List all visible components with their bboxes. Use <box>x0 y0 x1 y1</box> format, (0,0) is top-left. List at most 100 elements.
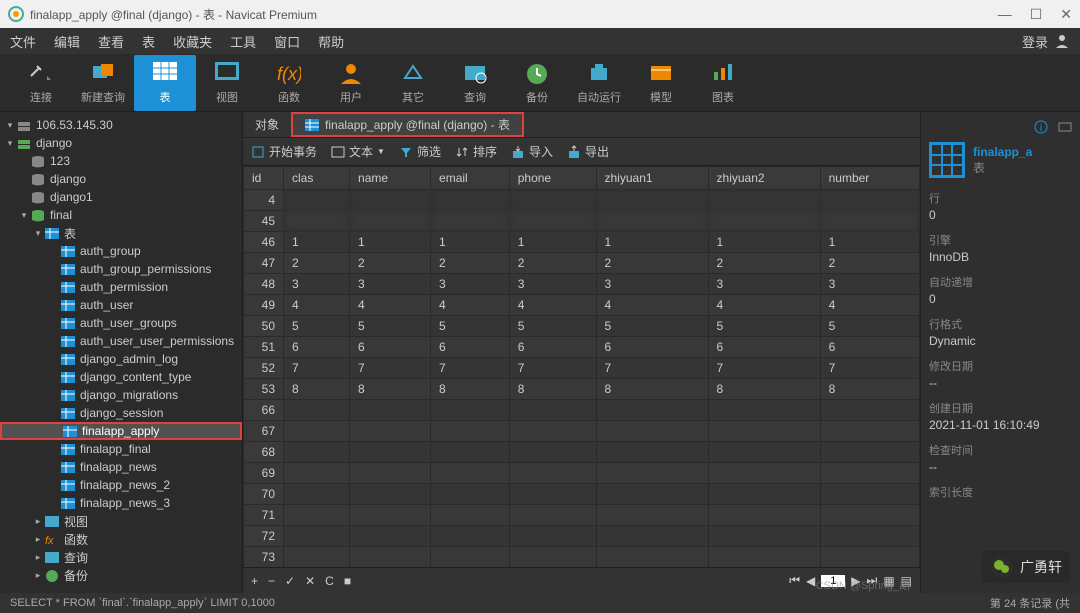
cell[interactable] <box>708 211 820 232</box>
cell[interactable] <box>509 211 596 232</box>
cell[interactable] <box>820 190 919 211</box>
cell[interactable]: 2 <box>596 253 708 274</box>
cell[interactable] <box>350 421 431 442</box>
table-row[interactable]: 67 <box>244 421 920 442</box>
cell[interactable]: 8 <box>596 379 708 400</box>
cell[interactable]: 6 <box>596 337 708 358</box>
cell[interactable] <box>596 421 708 442</box>
cell[interactable]: 6 <box>820 337 919 358</box>
cell[interactable]: 2 <box>820 253 919 274</box>
tool-query[interactable]: 查询 <box>444 61 506 105</box>
cell[interactable]: 8 <box>820 379 919 400</box>
cell[interactable] <box>350 526 431 547</box>
cell[interactable]: 4 <box>509 295 596 316</box>
tree-item-auth-user-groups[interactable]: auth_user_groups <box>0 314 242 332</box>
table-row[interactable]: 516666666 <box>244 337 920 358</box>
cell[interactable] <box>350 400 431 421</box>
cell[interactable]: 6 <box>284 337 350 358</box>
cell[interactable] <box>509 421 596 442</box>
maximize-button[interactable]: ☐ <box>1030 6 1043 23</box>
tree-item--[interactable]: ▾表 <box>0 224 242 242</box>
cell[interactable]: 5 <box>350 316 431 337</box>
cell[interactable] <box>820 484 919 505</box>
cell[interactable]: 5 <box>820 316 919 337</box>
cell[interactable] <box>350 505 431 526</box>
table-row[interactable]: 72 <box>244 526 920 547</box>
table-row[interactable]: 4 <box>244 190 920 211</box>
tree-item---[interactable]: ▸备份 <box>0 566 242 584</box>
filter-button[interactable]: 筛选 <box>399 143 441 160</box>
cell[interactable] <box>596 484 708 505</box>
cell[interactable]: 2 <box>350 253 431 274</box>
tool-fx[interactable]: f(x)函数 <box>258 61 320 105</box>
table-row[interactable]: 70 <box>244 484 920 505</box>
column-phone[interactable]: phone <box>509 167 596 190</box>
cell[interactable]: 7 <box>431 358 510 379</box>
cell[interactable]: 3 <box>820 274 919 295</box>
cell[interactable] <box>350 442 431 463</box>
cell[interactable] <box>820 463 919 484</box>
cell[interactable]: 5 <box>596 316 708 337</box>
delete-row-button[interactable]: − <box>268 574 275 588</box>
tree-item-finalapp-news[interactable]: finalapp_news <box>0 458 242 476</box>
cell[interactable] <box>509 547 596 568</box>
cell[interactable]: 1 <box>284 232 350 253</box>
cell[interactable]: 3 <box>596 274 708 295</box>
cell[interactable]: 4 <box>596 295 708 316</box>
tree-item-django[interactable]: ▾django <box>0 134 242 152</box>
cell[interactable] <box>509 484 596 505</box>
cell[interactable]: 2 <box>509 253 596 274</box>
cell[interactable] <box>708 505 820 526</box>
table-row[interactable]: 69 <box>244 463 920 484</box>
cell[interactable] <box>708 463 820 484</box>
cell[interactable]: 8 <box>350 379 431 400</box>
cell[interactable]: 8 <box>431 379 510 400</box>
cell[interactable]: 3 <box>431 274 510 295</box>
cell[interactable] <box>509 442 596 463</box>
cell[interactable]: 6 <box>431 337 510 358</box>
menu-window[interactable]: 窗口 <box>274 32 300 51</box>
info-icon[interactable]: i <box>1034 120 1048 134</box>
tree-item-django-admin-log[interactable]: django_admin_log <box>0 350 242 368</box>
column-id[interactable]: id <box>244 167 284 190</box>
cell[interactable] <box>431 505 510 526</box>
tree-item-django1[interactable]: django1 <box>0 188 242 206</box>
sidebar-tree[interactable]: ▾106.53.145.30▾django123djangodjango1▾fi… <box>0 112 243 593</box>
cell[interactable]: 7 <box>708 358 820 379</box>
tree-item-auth-group-permissions[interactable]: auth_group_permissions <box>0 260 242 278</box>
cell[interactable] <box>284 526 350 547</box>
cell[interactable] <box>284 442 350 463</box>
cell[interactable]: 5 <box>431 316 510 337</box>
cell[interactable] <box>820 211 919 232</box>
cell[interactable]: 7 <box>820 358 919 379</box>
table-row[interactable]: 71 <box>244 505 920 526</box>
menu-edit[interactable]: 编辑 <box>54 32 80 51</box>
cell[interactable]: 7 <box>350 358 431 379</box>
table-row[interactable]: 461111111 <box>244 232 920 253</box>
cell[interactable] <box>431 526 510 547</box>
cell[interactable] <box>509 400 596 421</box>
tool-table[interactable]: 表 <box>134 55 196 111</box>
cell[interactable] <box>509 190 596 211</box>
column-email[interactable]: email <box>431 167 510 190</box>
cell[interactable] <box>431 421 510 442</box>
add-row-button[interactable]: + <box>251 574 258 588</box>
table-row[interactable]: 494444444 <box>244 295 920 316</box>
tool-model[interactable]: 模型 <box>630 61 692 105</box>
cell[interactable]: 1 <box>509 232 596 253</box>
tab-object[interactable]: 对象 <box>243 112 291 137</box>
cell[interactable] <box>596 505 708 526</box>
cell[interactable]: 5 <box>509 316 596 337</box>
cell[interactable]: 3 <box>284 274 350 295</box>
cell[interactable] <box>350 211 431 232</box>
table-row[interactable]: 527777777 <box>244 358 920 379</box>
cell[interactable] <box>596 463 708 484</box>
cell[interactable] <box>350 190 431 211</box>
cell[interactable]: 3 <box>350 274 431 295</box>
table-row[interactable]: 505555555 <box>244 316 920 337</box>
ddl-icon[interactable] <box>1058 120 1072 134</box>
table-row[interactable]: 45 <box>244 211 920 232</box>
login-button[interactable]: 登录 <box>1022 32 1070 51</box>
cell[interactable] <box>820 505 919 526</box>
first-page-button[interactable]: ⏮ <box>789 573 800 588</box>
